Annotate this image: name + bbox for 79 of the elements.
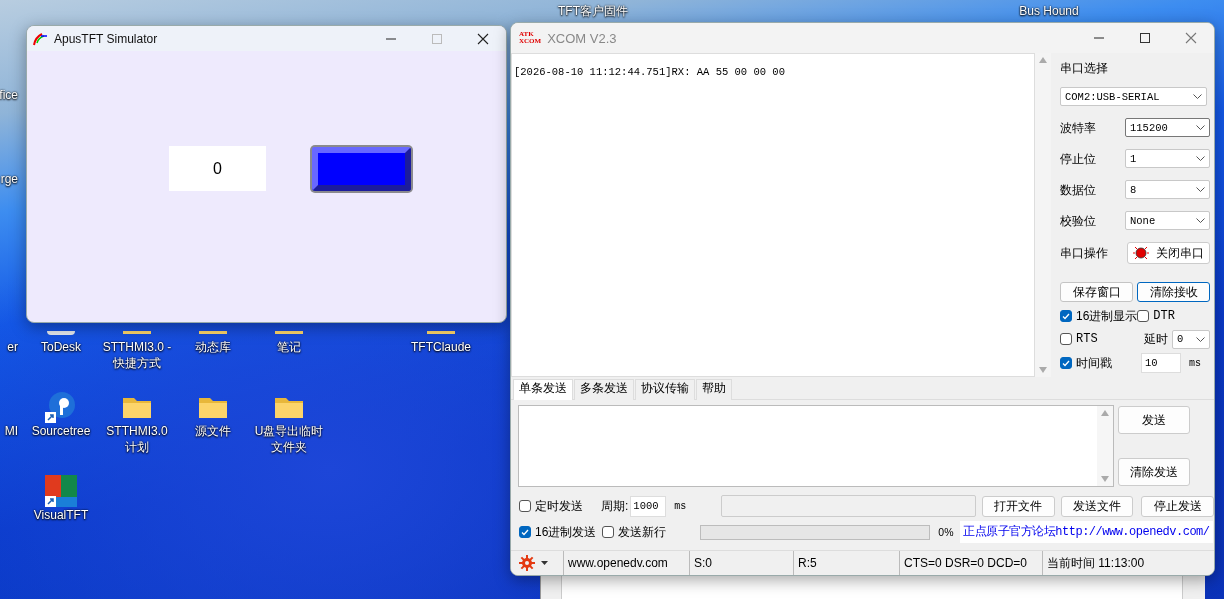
checkbox[interactable] [602,526,615,538]
file-button[interactable]: 停止发送 [1141,495,1214,517]
close-port-button[interactable]: 关闭串口 [1127,242,1210,264]
checkbox-label[interactable]: 定时发送 [535,497,583,515]
status-text: www.openedv.com [563,551,689,575]
field-label: 波特率 [1060,119,1096,137]
checkbox-label[interactable]: 发送新行 [618,523,667,541]
file-button[interactable]: 发送文件 [1060,495,1134,517]
panel-button[interactable]: 清除接收 [1137,282,1210,302]
status-text: R:5 [793,551,899,575]
dropdown[interactable]: None [1125,211,1210,230]
field-label: 校验位 [1060,212,1096,230]
checkbox-label[interactable]: RTS [1076,332,1098,346]
icon-label[interactable]: 笔记 [252,339,326,355]
sourcetree-icon[interactable] [45,391,77,423]
forum-link[interactable]: 正点原子官方论坛http://www.openedv.com/ [960,521,1213,543]
caret-icon[interactable] [541,561,548,565]
field-label: 数据位 [1060,181,1096,199]
status-text: CTS=0 DSR=0 DCD=0 [899,551,1042,575]
app-logo-icon [32,31,48,46]
progress-reading: 0% [938,526,953,538]
icon-label[interactable]: U盘导出临时文件夹 [252,423,326,455]
tab[interactable]: 协议传输 [635,379,695,400]
icon-label[interactable]: TFTClaude [404,339,478,355]
icon-label[interactable]: VisualTFT [24,507,98,523]
unit-label: ms [674,500,687,512]
dropdown[interactable]: 1 [1125,149,1210,168]
checkbox[interactable] [519,500,531,512]
icon-label[interactable]: ToDesk [24,339,98,355]
number-display: 0 [169,146,266,191]
window-title: XCOM V2.3 [547,30,618,46]
close-icon[interactable] [477,32,489,45]
field-label: 停止位 [1060,150,1096,168]
tab[interactable]: 多条发送 [574,379,634,400]
field-label: 延时 [1144,330,1168,348]
maximize-icon[interactable] [1139,32,1151,44]
file-button[interactable]: 打开文件 [982,495,1055,517]
chevron-icon[interactable] [1196,187,1205,192]
dropdown[interactable]: 8 [1125,180,1210,199]
icon-label[interactable]: 源文件 [176,423,250,439]
icon-label[interactable]: MI [4,423,23,439]
dropdown[interactable]: 115200 [1125,118,1210,137]
status-text: S:0 [689,551,793,575]
delay-dropdown[interactable]: 0 [1172,329,1210,349]
checkbox[interactable] [1137,310,1150,322]
icon-label[interactable]: STTHMI3.0 - 快捷方式 [100,339,174,371]
icon-label[interactable]: Sourcetree [24,423,98,439]
panel-button[interactable]: 保存窗口 [1060,282,1133,302]
receive-log: [2026-08-10 11:12:44.751]RX: AA 55 00 00 00 [511,53,1035,377]
push-button[interactable] [312,147,411,191]
checkbox-label[interactable]: 16进制显示 [1076,307,1138,325]
tab[interactable]: 帮助 [696,379,732,400]
app-icon[interactable] [45,475,77,507]
period-field[interactable]: 1000 [630,495,667,517]
checkbox[interactable] [1060,333,1072,345]
interval-field[interactable]: 10 [1141,353,1181,373]
settings-icon[interactable] [519,555,535,571]
field-label: 串口选择 [1060,60,1109,77]
unit-label: ms [1189,357,1201,369]
send-button[interactable]: 清除发送 [1118,458,1190,486]
field-label: 周期: [601,497,629,515]
icon-label[interactable]: er [7,339,23,355]
checkbox-label[interactable]: DTR [1153,309,1175,323]
file-path-field[interactable] [721,495,976,517]
chevron-icon[interactable] [1193,94,1202,99]
chevron-icon[interactable] [1196,336,1205,342]
chevron-icon[interactable] [1196,125,1205,130]
chevron-icon[interactable] [1196,218,1205,223]
field-label: 串口操作 [1060,245,1108,262]
port-dropdown[interactable]: COM2:USB-SERIAL [1060,87,1207,106]
status-text: 当前时间 11:13:00 [1042,551,1212,575]
tab[interactable]: 单条发送 [513,379,573,400]
window-title: ApusTFT Simulator [54,31,159,46]
checkbox-label[interactable]: 16进制发送 [535,523,597,541]
icon-label[interactable]: STTHMI3.0 计划 [100,423,174,455]
send-button[interactable]: 发送 [1118,406,1190,434]
chevron-icon[interactable] [1196,156,1205,161]
checkbox-label[interactable]: 时间戳 [1076,354,1112,372]
icon-label[interactable]: 动态库 [176,339,250,355]
